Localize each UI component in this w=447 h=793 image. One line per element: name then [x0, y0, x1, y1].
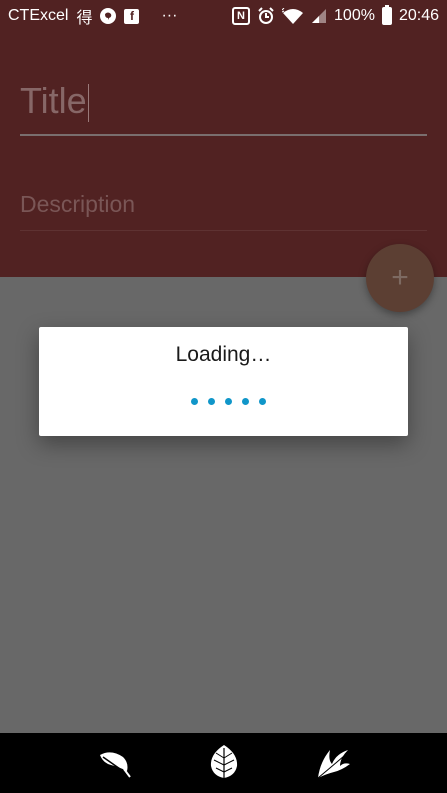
loading-dot [259, 398, 266, 405]
chat-icon [100, 8, 117, 24]
signal-icon [311, 8, 327, 24]
palm-leaf-icon [317, 750, 350, 779]
alarm-icon [257, 7, 275, 25]
leaf-icon [210, 745, 237, 781]
bottom-navigation [0, 733, 447, 793]
battery-icon [381, 5, 392, 25]
wifi-icon [282, 8, 304, 24]
note-form: Title Description [0, 32, 447, 277]
loading-dot [191, 398, 198, 405]
nav-leaf-button[interactable] [204, 743, 244, 783]
status-right: N 100% 20:46 [232, 5, 439, 25]
dialog-title: Loading… [175, 343, 272, 366]
loading-dot [208, 398, 215, 405]
title-placeholder: Title [20, 80, 87, 121]
loading-dialog: Loading… [39, 327, 408, 436]
battery-percent: 100% [334, 7, 375, 24]
add-button[interactable]: + [366, 244, 434, 312]
feather-icon [99, 752, 131, 778]
loading-dot [225, 398, 232, 405]
loading-indicator [191, 398, 266, 405]
loading-dot [242, 398, 249, 405]
text-caret [87, 84, 89, 123]
more-notifications-icon: ··· [161, 7, 178, 24]
nav-palm-button[interactable] [313, 743, 353, 783]
nav-feather-button[interactable] [95, 743, 135, 783]
carrier-name: CTExcel [8, 7, 69, 24]
nfc-icon: N [232, 7, 251, 25]
app-char-icon: 得 [76, 10, 93, 27]
clock: 20:46 [398, 7, 439, 24]
facebook-icon: f [124, 8, 140, 24]
title-input[interactable]: Title [20, 76, 427, 136]
status-bar: CTExcel 得 f ··· N 100% 20:46 [0, 0, 447, 32]
description-placeholder: Description [20, 191, 136, 217]
plus-icon: + [391, 261, 409, 294]
status-left: CTExcel 得 f ··· [8, 4, 177, 28]
description-input[interactable]: Description [20, 189, 427, 231]
